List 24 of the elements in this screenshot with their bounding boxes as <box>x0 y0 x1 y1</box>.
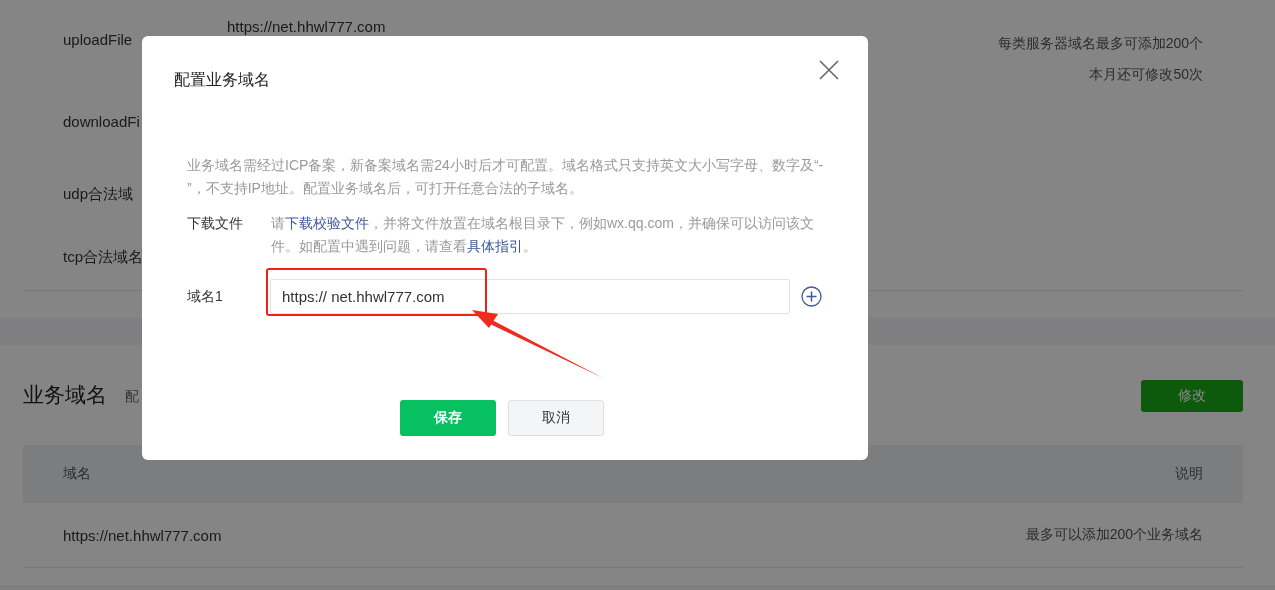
field-label: udp合法域 <box>63 185 134 202</box>
notice-text: 业务域名需经过ICP备案，新备案域名需24小时后才可配置。域名格式只支持英文大小写字母、数字及“- ”，不支持IP地址。配置业务域名后，可打开任意合法的子域名。 <box>187 156 825 198</box>
close-icon[interactable] <box>819 60 839 80</box>
domain-input[interactable]: https:// net.hhwl777.com <box>270 279 790 314</box>
table-cell: 最多可以添加200个业务域名 <box>1025 526 1203 544</box>
field-label: uploadFile <box>63 31 133 48</box>
column-header: 说明 <box>1175 465 1203 483</box>
table-cell: https://net.hhwl777.com <box>63 526 222 544</box>
instruction-text: 请下载校验文件，并将文件放置在域名根目录下，例如wx.qq.com，并确保可以访问该文件。如配置中遇到问题，请查看具体指引。 <box>271 214 815 256</box>
note-text: 本月还可修改50次 <box>1089 65 1203 83</box>
column-header: 域名 <box>63 465 91 483</box>
link[interactable]: 具体指引 <box>467 238 523 254</box>
cancel-button[interactable]: 取消 <box>508 400 604 436</box>
field-label: 下载文件 <box>187 214 244 233</box>
domain-value: https://net.hhwl777.com <box>227 18 386 35</box>
link[interactable]: 下载校验文件 <box>285 215 369 231</box>
section-subtitle: 配 <box>125 388 139 406</box>
dialog-title: 配置业务域名 <box>174 69 270 90</box>
section-title: 业务域名 <box>23 382 107 408</box>
field-label: 域名1 <box>187 287 224 306</box>
field-label: downloadFi <box>63 113 140 130</box>
note-text: 每类服务器域名最多可添加200个 <box>997 34 1203 52</box>
add-icon[interactable] <box>801 286 822 307</box>
field-label: tcp合法域名 <box>63 248 143 265</box>
